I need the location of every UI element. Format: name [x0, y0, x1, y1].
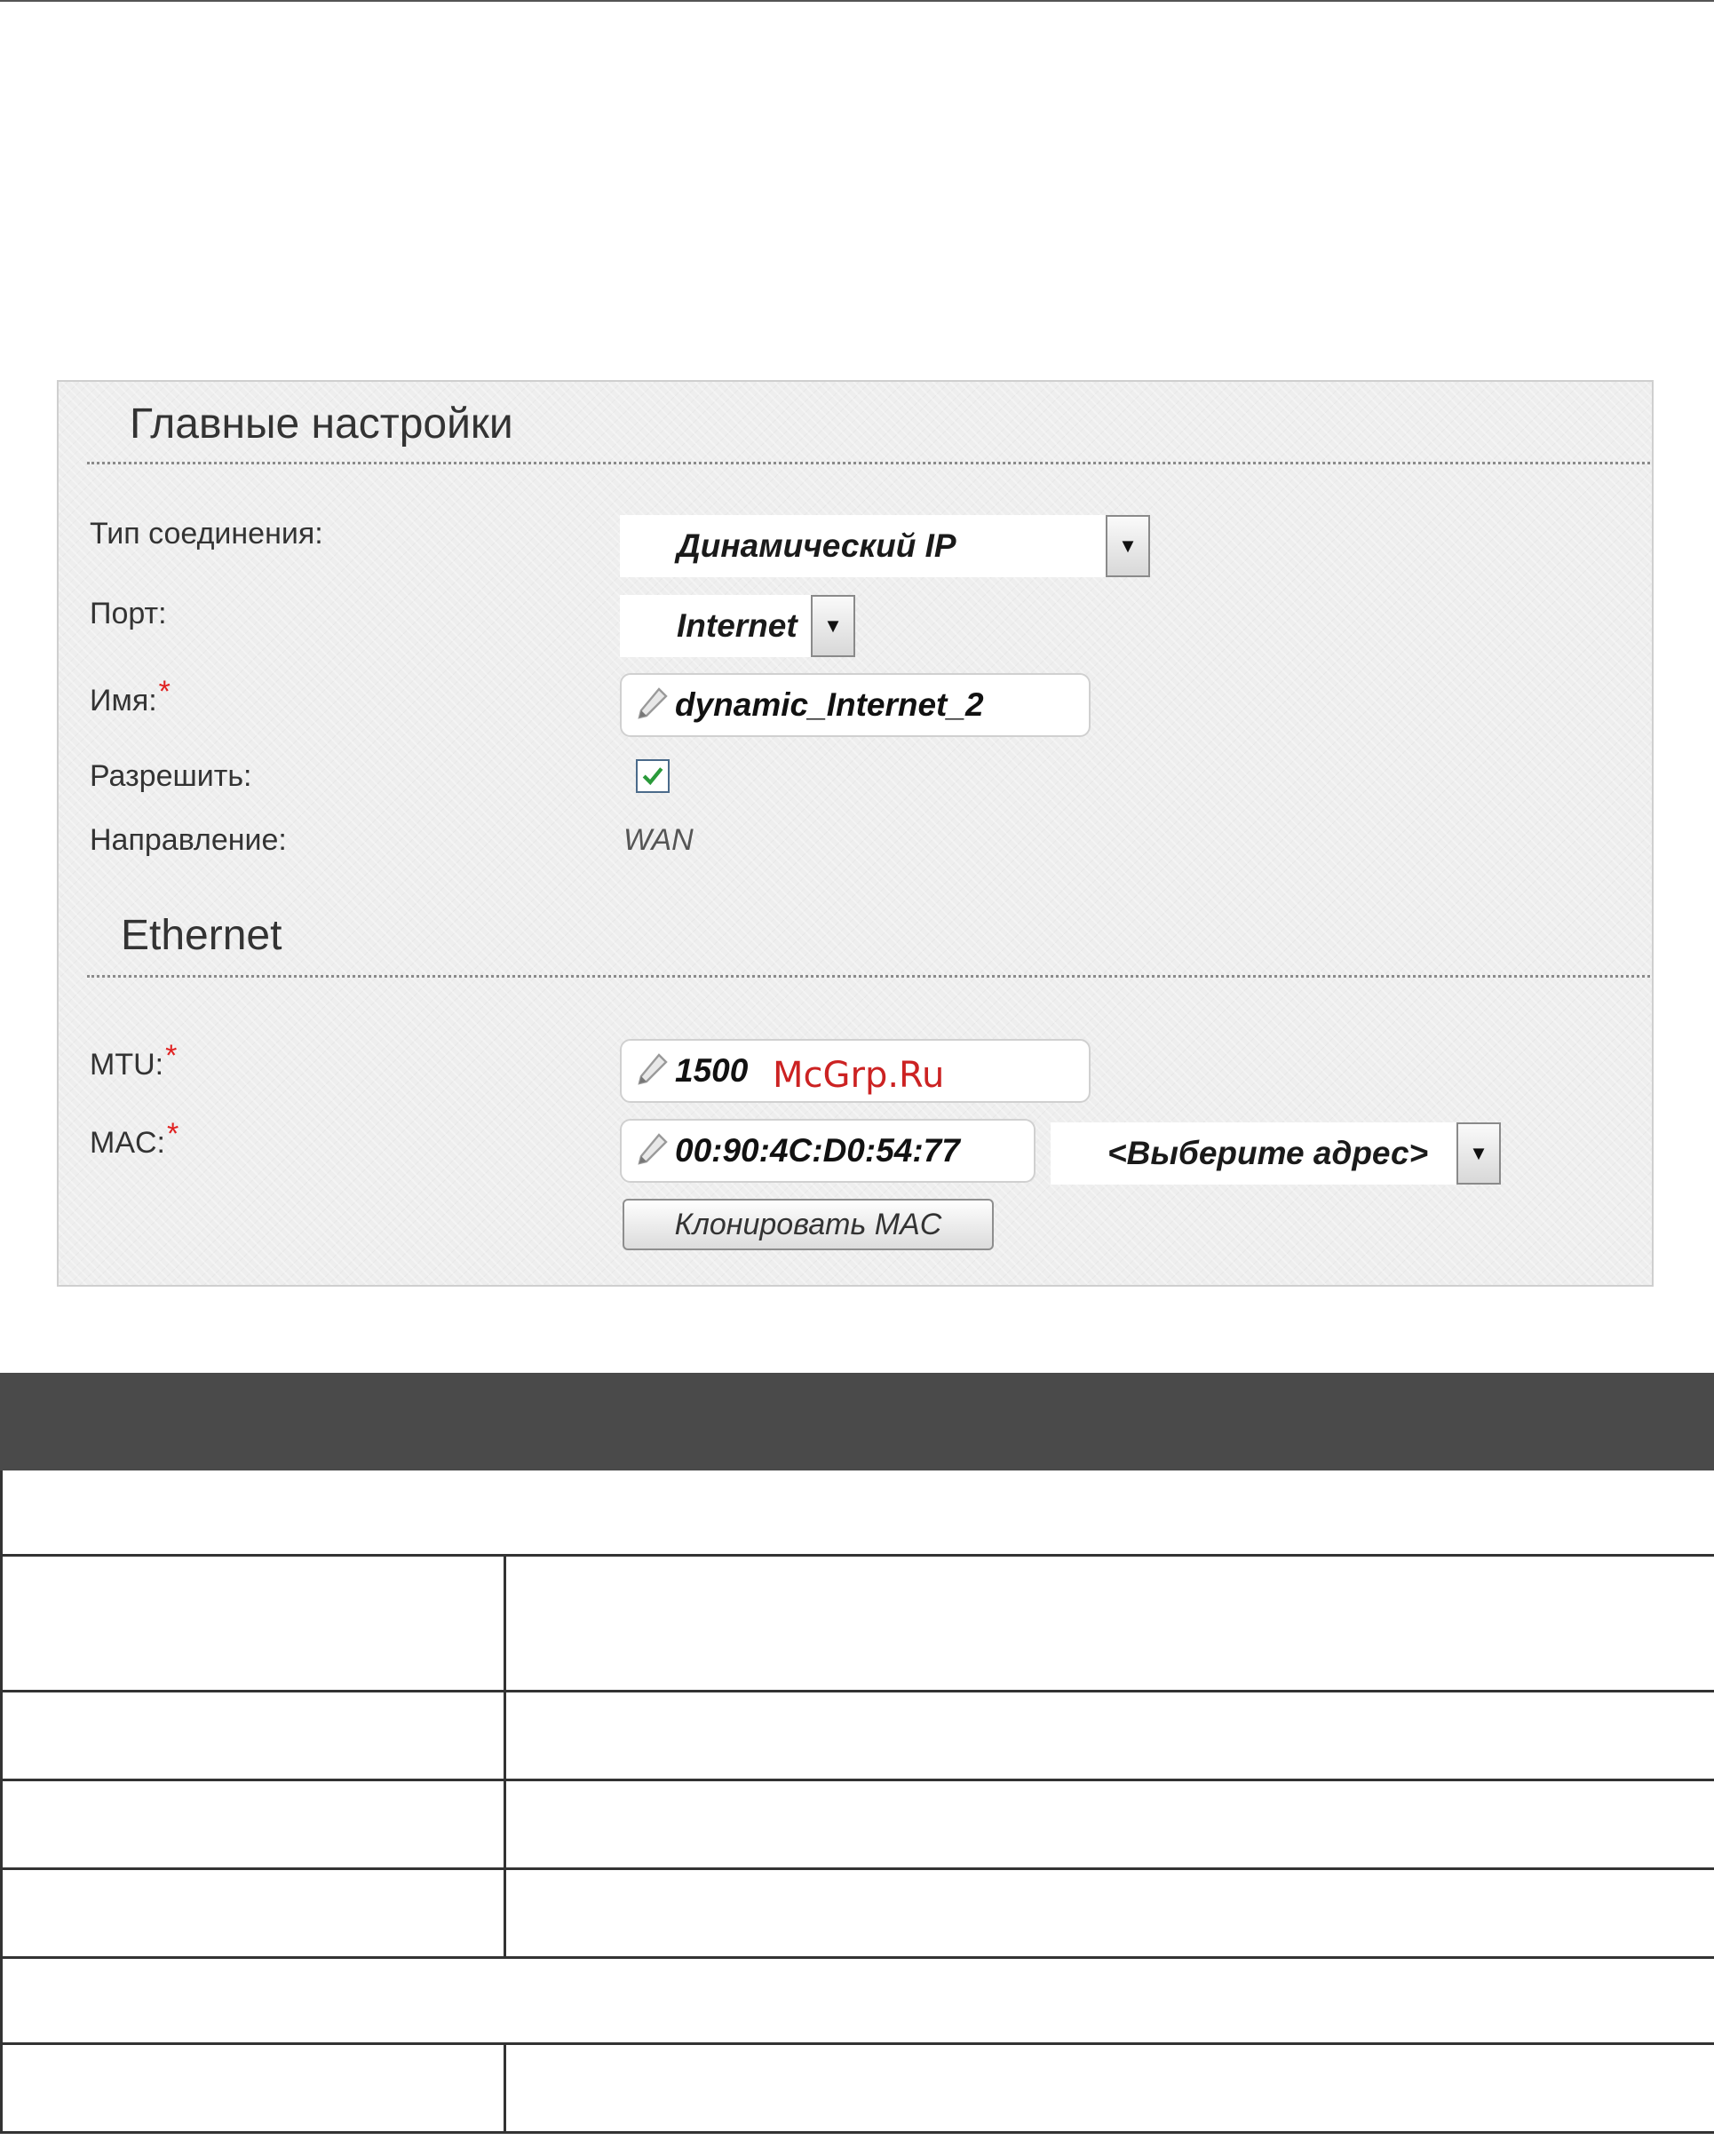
table-cell [504, 1779, 1714, 1870]
port-select[interactable]: Internet ▼ [620, 595, 855, 657]
table-cell [0, 2042, 506, 2134]
settings-panel: Главные настройки Тип соединения: Динами… [57, 380, 1654, 1287]
name-value: dynamic_Internet_2 [675, 686, 984, 723]
chevron-down-icon[interactable]: ▼ [811, 595, 855, 657]
table-cell [504, 2042, 1714, 2134]
section-title-ethernet: Ethernet [121, 912, 282, 959]
mac-select-value: <Выберите адрес> [1107, 1135, 1429, 1171]
table-section-row [0, 1956, 1714, 2045]
pencil-icon [638, 1053, 668, 1085]
port-value: Internet [677, 607, 797, 644]
required-mark: * [167, 1117, 179, 1151]
required-mark: * [158, 675, 171, 709]
table-cell [504, 1867, 1714, 1959]
connection-type-label: Тип соединения: [90, 517, 323, 551]
pencil-icon [638, 1133, 668, 1165]
direction-value: WAN [623, 823, 694, 857]
watermark: McGrp.Ru [773, 1055, 945, 1096]
chevron-down-icon[interactable]: ▼ [1106, 515, 1150, 577]
clone-mac-button[interactable]: Клонировать MAC [623, 1199, 994, 1250]
top-rule [0, 0, 1714, 2]
checkmark-icon [642, 767, 663, 786]
table-cell [0, 1554, 506, 1692]
pencil-icon [638, 687, 668, 719]
enable-checkbox[interactable] [636, 759, 670, 793]
section-divider [87, 462, 1650, 464]
mac-address-select[interactable]: <Выберите адрес> ▼ [1051, 1122, 1501, 1185]
mtu-label: MTU:* [90, 1039, 178, 1082]
mac-value: 00:90:4C:D0:54:77 [675, 1132, 960, 1169]
port-label: Порт: [90, 597, 167, 630]
table-cell [0, 1779, 506, 1870]
table-cell [0, 1690, 506, 1781]
name-input[interactable]: dynamic_Internet_2 [620, 673, 1091, 737]
required-mark: * [165, 1039, 178, 1073]
name-label: Имя:* [90, 675, 171, 717]
connection-type-value: Динамический IP [677, 527, 956, 564]
direction-label: Направление: [90, 823, 287, 857]
table-cell [504, 1690, 1714, 1781]
enable-label: Разрешить: [90, 759, 252, 793]
chevron-down-icon[interactable]: ▼ [1456, 1122, 1501, 1185]
mtu-value: 1500 [675, 1052, 749, 1089]
section-title-main-settings: Главные настройки [130, 400, 513, 448]
table-header [0, 1373, 1714, 1470]
table-cell [0, 1867, 506, 1959]
table-cell [504, 1554, 1714, 1692]
mac-input[interactable]: 00:90:4C:D0:54:77 [620, 1119, 1036, 1183]
connection-type-select[interactable]: Динамический IP ▼ [620, 515, 1150, 577]
parameters-table [0, 1373, 1714, 2134]
table-section-row [0, 1468, 1714, 1557]
mac-label: MAC:* [90, 1117, 179, 1160]
section-divider [87, 975, 1650, 978]
